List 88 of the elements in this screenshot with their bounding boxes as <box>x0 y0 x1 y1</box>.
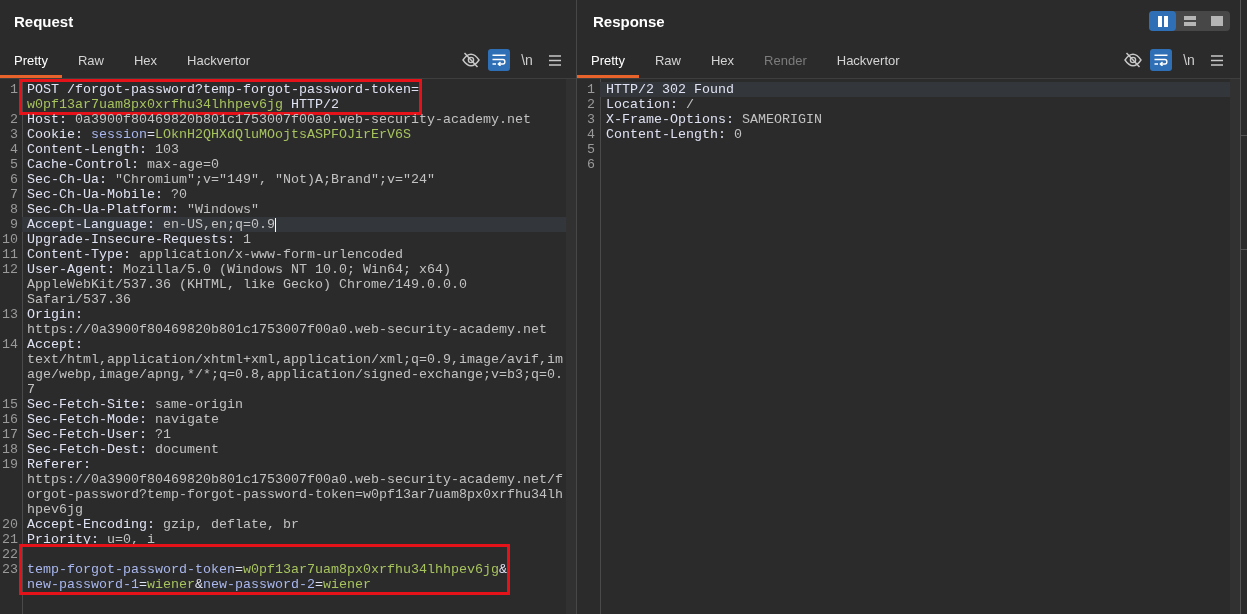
line-number: 5 <box>586 142 596 157</box>
newline-toggle[interactable]: \n <box>1178 49 1200 71</box>
eye-slash-icon <box>462 52 480 68</box>
code-line: w0pf13ar7uam8px0xrfhu34lhhpev6jg HTTP/2 <box>27 97 339 112</box>
code-line: Sec-Ch-Ua-Platform: "Windows" <box>27 202 259 217</box>
rows-icon <box>1183 16 1196 26</box>
line-number: 21 <box>1 532 19 547</box>
line-number: 7 <box>9 187 19 202</box>
code-line: hpev6jg <box>27 502 83 517</box>
tab[interactable]: Raw <box>640 42 695 78</box>
code-line: Safari/537.36 <box>27 292 131 307</box>
line-number: 3 <box>586 112 596 127</box>
line-number: 16 <box>1 412 19 427</box>
code-line: Sec-Fetch-User: ?1 <box>27 427 171 442</box>
line-number: 2 <box>586 97 596 112</box>
code-line: HTTP/2 302 Found <box>606 82 734 97</box>
line-number: 2 <box>9 112 19 127</box>
tab[interactable]: Hex <box>697 42 749 78</box>
code-line: orgot-password?temp-forgot-password-token=w0pf13ar7uam8px0xrfhu34lh <box>27 487 563 502</box>
line-number: 6 <box>9 172 19 187</box>
wrap-lines-icon <box>1154 54 1168 66</box>
code-line: new-password-1=wiener&new-password-2=wiener <box>27 577 371 592</box>
newline-toggle[interactable]: \n <box>516 49 538 71</box>
code-line: Host: 0a3900f80469820b801c1753007f00a0.web-security-academy.net <box>27 112 531 127</box>
eye-slash-icon <box>1124 52 1142 68</box>
line-number: 9 <box>9 217 19 232</box>
panel-title: Response <box>593 12 665 30</box>
code-line: Location: / <box>606 97 694 112</box>
wrap-lines-icon <box>492 54 506 66</box>
columns-icon <box>1157 15 1168 27</box>
code-line: Sec-Ch-Ua: "Chromium";v="149", "Not)A;Brand";v="24" <box>27 172 435 187</box>
code-line: Priority: u=0, i <box>27 532 155 547</box>
code-line: Upgrade-Insecure-Requests: 1 <box>27 232 251 247</box>
line-number: 10 <box>1 232 19 247</box>
line-number: 14 <box>1 337 19 354</box>
line-number: 12 <box>1 262 19 279</box>
code-line: temp-forgot-password-token=w0pf13ar7uam8px0xrfhu34lhhpev6jg& <box>27 562 507 577</box>
panel-title: Request <box>14 12 74 30</box>
menu-icon <box>1211 54 1223 66</box>
code-line: Accept-Language: en-US,en;q=0.9 <box>27 217 275 232</box>
code-line: Cache-Control: max-age=0 <box>27 157 219 172</box>
line-number: 18 <box>1 442 19 457</box>
code-line: Content-Type: application/x-www-form-urlencoded <box>27 247 403 262</box>
code-line: Cookie: session=LOknH2QHXdQluMOojtsASPFOJirErV6S <box>27 127 411 142</box>
code-line: Sec-Fetch-Mode: navigate <box>27 412 219 427</box>
line-number: 23 <box>1 562 19 579</box>
split-columns-button[interactable] <box>1149 11 1176 31</box>
code-line: Sec-Fetch-Site: same-origin <box>27 397 243 412</box>
code-line: https://0a3900f80469820b801c1753007f00a0.web-security-academy.net <box>27 322 547 337</box>
code-line: Content-Length: 103 <box>27 142 179 157</box>
menu-icon <box>549 54 561 66</box>
square-icon <box>1210 16 1223 26</box>
code-line: Sec-Fetch-Dest: document <box>27 442 219 457</box>
tab[interactable]: Hackvertor <box>173 42 264 78</box>
line-number: 19 <box>1 457 19 474</box>
line-number: 3 <box>9 127 19 142</box>
line-number: 5 <box>9 157 19 172</box>
code-line: AppleWebKit/537.36 (KHTML, like Gecko) Chrome/149.0.0.0 <box>27 277 467 292</box>
line-number: 1 <box>9 82 19 99</box>
line-number: 22 <box>1 547 19 562</box>
code-line: Content-Length: 0 <box>606 127 742 142</box>
line-number: 17 <box>1 427 19 442</box>
line-number: 4 <box>9 142 19 157</box>
code-line: Origin: <box>27 307 83 322</box>
line-number: 6 <box>586 157 596 172</box>
code-line: https://0a3900f80469820b801c1753007f00a0.web-security-academy.net/f <box>27 472 563 487</box>
line-number: 4 <box>586 127 596 142</box>
tab[interactable]: Hackvertor <box>822 42 914 78</box>
line-number: 15 <box>1 397 19 412</box>
code-line: Accept: <box>27 337 83 352</box>
code-line: POST /forgot-password?temp-forgot-password-token= <box>27 82 419 97</box>
code-line: age/webp,image/apng,*/*;q=0.8,application/signed-exchange;v=b3;q=0. <box>27 367 563 382</box>
code-line: Referer: <box>27 457 91 472</box>
code-line: 7 <box>27 382 35 397</box>
code-line: User-Agent: Mozilla/5.0 (Windows NT 10.0; Win64; x64) <box>27 262 451 277</box>
line-number: 8 <box>9 202 19 217</box>
wrap-toggle[interactable] <box>1150 49 1172 71</box>
line-number: 13 <box>1 307 19 324</box>
tab[interactable]: Raw <box>63 42 118 78</box>
code-line: X-Frame-Options: SAMEORIGIN <box>606 112 822 127</box>
code-line: Sec-Ch-Ua-Mobile: ?0 <box>27 187 187 202</box>
tab[interactable]: Hex <box>120 42 172 78</box>
line-number: 11 <box>1 247 19 262</box>
code-line: Accept-Encoding: gzip, deflate, br <box>27 517 299 532</box>
line-number: 20 <box>1 517 19 532</box>
line-number: 1 <box>586 82 596 97</box>
wrap-toggle[interactable] <box>488 49 510 71</box>
code-line: text/html,application/xhtml+xml,application/xml;q=0.9,image/avif,im <box>27 352 563 367</box>
